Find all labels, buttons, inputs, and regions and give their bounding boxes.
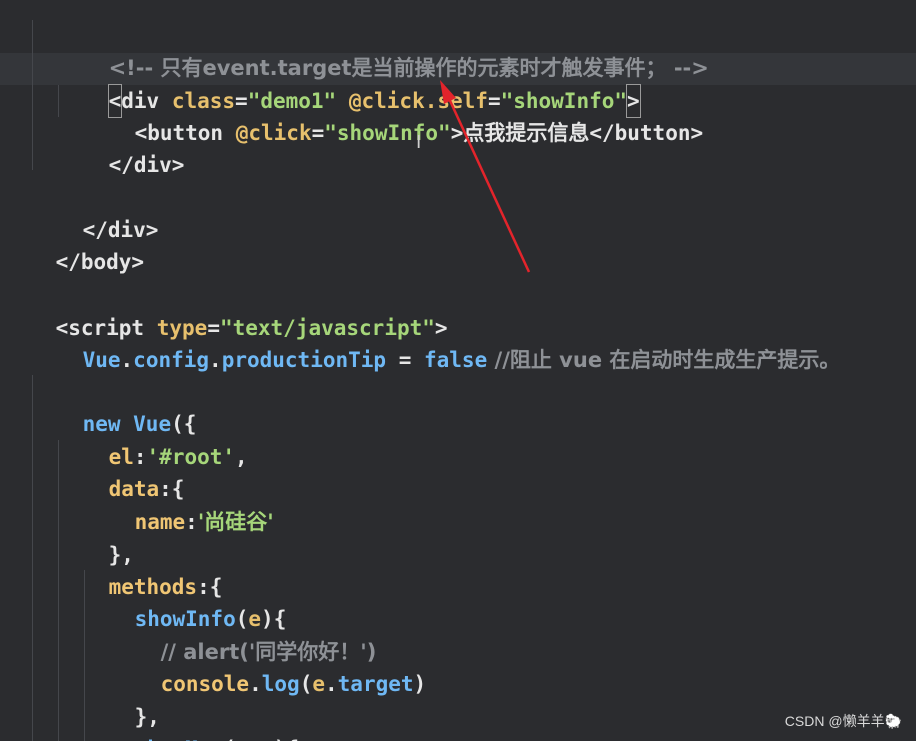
- property: config: [133, 348, 210, 372]
- tag-end: </body>: [55, 250, 145, 274]
- code-line[interactable]: </div>: [58, 117, 185, 177]
- code-line[interactable]: methods:{: [58, 539, 223, 599]
- dot: .: [209, 348, 222, 372]
- property: productionTip: [221, 348, 387, 372]
- button-text: 点我提示信息: [463, 121, 590, 145]
- indent-guide: [32, 20, 33, 170]
- parameter: msg: [236, 737, 274, 741]
- paren: (: [299, 672, 313, 696]
- code-line[interactable]: </body>: [5, 214, 145, 274]
- attribute-name: @click: [235, 121, 312, 145]
- method-name: log: [261, 672, 300, 696]
- tag-end: </button>: [589, 121, 704, 145]
- code-line[interactable]: <script type="text/javascript">: [5, 280, 448, 340]
- colon: :: [185, 510, 198, 534]
- parameter: e: [312, 672, 325, 696]
- method-name: showMsg: [135, 737, 224, 741]
- assign-operator: =: [386, 348, 424, 372]
- keyword-false: false: [424, 348, 488, 372]
- code-line[interactable]: },: [58, 507, 134, 567]
- dot: .: [120, 348, 134, 372]
- property: target: [337, 672, 414, 696]
- code-line[interactable]: data:{: [58, 441, 185, 501]
- code-line[interactable]: el:'#root',: [58, 409, 248, 469]
- punctuation: ){: [274, 737, 299, 741]
- code-line[interactable]: name:'尚硅谷': [84, 474, 274, 534]
- code-line[interactable]: <div class="demo1" @click.self="showInfo…: [58, 53, 641, 118]
- code-line[interactable]: new Vue({: [32, 376, 197, 436]
- watermark-text: CSDN @懒羊羊🐑: [784, 713, 902, 729]
- code-line[interactable]: <button @click="showInfo">点我提示信息</button…: [84, 85, 704, 145]
- code-line[interactable]: console.log(e.target): [110, 636, 427, 696]
- paren: ): [413, 672, 427, 696]
- code-line[interactable]: <!-- 只有event.target是当前操作的元素时才触发事件； -->: [58, 20, 709, 80]
- line-comment: //阻止 vue 在启动时生成生产提示。: [487, 348, 841, 372]
- code-line[interactable]: },: [84, 669, 160, 729]
- text-cursor-icon: I: [416, 132, 422, 153]
- tag-close-bracket: >: [450, 121, 464, 145]
- code-line[interactable]: // alert('同学你好！'): [110, 604, 377, 664]
- tag-end: </div>: [108, 153, 185, 177]
- comma: ,: [235, 445, 248, 469]
- string-value: "showInfo": [324, 121, 451, 145]
- code-editor[interactable]: <!-- 只有event.target是当前操作的元素时才触发事件； --> <…: [0, 0, 916, 741]
- dot: .: [325, 672, 338, 696]
- code-line[interactable]: Vue.config.productionTip = false //阻止 vu…: [32, 312, 841, 372]
- paren: (: [223, 737, 236, 741]
- dot: .: [249, 672, 262, 696]
- string-value: '尚硅谷': [197, 510, 274, 534]
- identifier-vue: Vue: [82, 348, 121, 372]
- code-line[interactable]: </div>: [32, 182, 159, 242]
- identifier-console: console: [160, 672, 250, 696]
- object-key: name: [134, 510, 186, 534]
- code-line[interactable]: showInfo(e){: [84, 571, 287, 631]
- code-line[interactable]: showMsg(msg){: [84, 701, 299, 741]
- equals-sign: =: [311, 121, 325, 145]
